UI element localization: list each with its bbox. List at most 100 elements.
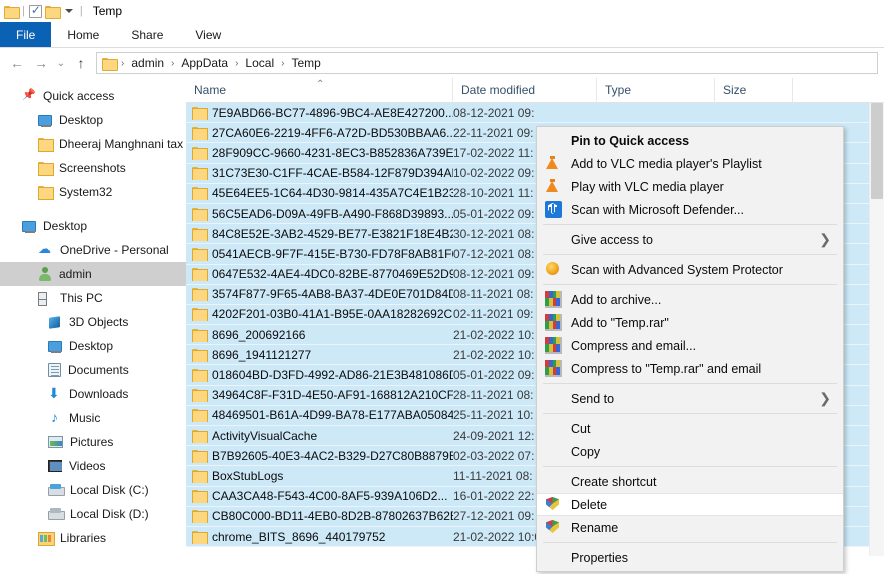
monitor-icon: [22, 221, 36, 232]
menu-item-give-access-to[interactable]: Give access to❯: [537, 228, 843, 251]
vertical-scrollbar[interactable]: [869, 103, 884, 556]
menu-item-delete[interactable]: Delete: [537, 493, 843, 516]
breadcrumb-separator-1: ›: [169, 58, 176, 69]
sidebar-item-videos[interactable]: Videos: [0, 454, 186, 478]
sidebar-item-this-pc[interactable]: This PC: [0, 286, 186, 310]
menu-item-add-to-vlc-media-player-s-playlist[interactable]: Add to VLC media player's Playlist: [537, 152, 843, 175]
folder-icon: [192, 167, 206, 179]
file-name-cell: chrome_BITS_8696_440179752: [186, 530, 453, 544]
breadcrumb-separator-3: ›: [279, 58, 286, 69]
sidebar-item-system32[interactable]: System32: [0, 180, 186, 204]
menu-icon-placeholder: [545, 390, 562, 407]
menu-separator: [543, 383, 837, 384]
menu-item-scan-with-microsoft-defender[interactable]: Scan with Microsoft Defender...: [537, 198, 843, 221]
menu-item-play-with-vlc-media-player[interactable]: Play with VLC media player: [537, 175, 843, 198]
sidebar-item-screenshots[interactable]: Screenshots: [0, 156, 186, 180]
new-folder-icon[interactable]: [45, 5, 59, 17]
folder-icon: [192, 450, 206, 462]
menu-item-copy[interactable]: Copy: [537, 440, 843, 463]
sidebar-item-downloads[interactable]: Downloads: [0, 382, 186, 406]
sidebar-item-label: 3D Objects: [69, 315, 128, 329]
menu-item-pin-to-quick-access[interactable]: Pin to Quick access: [537, 129, 843, 152]
menu-item-rename[interactable]: Rename: [537, 516, 843, 539]
sidebar-item-local-disk-c[interactable]: Local Disk (C:): [0, 478, 186, 502]
menu-item-create-shortcut[interactable]: Create shortcut: [537, 470, 843, 493]
menu-item-compress-and-email[interactable]: Compress and email...: [537, 334, 843, 357]
sidebar-item-desktop[interactable]: Desktop: [0, 334, 186, 358]
folder-icon: [192, 288, 206, 300]
folder-icon: [192, 369, 206, 381]
chevron-down-icon[interactable]: [65, 9, 73, 13]
forward-button[interactable]: →: [30, 52, 52, 74]
sidebar-item-pictures[interactable]: Pictures: [0, 430, 186, 454]
column-header-name[interactable]: Name ⌃: [186, 78, 453, 103]
menu-item-label: Copy: [571, 445, 843, 459]
vlc-icon: [545, 155, 562, 172]
navigation-pane: Quick access Desktop Dheeraj Manghnani tax…: [0, 78, 186, 556]
breadcrumb-item-temp[interactable]: Temp: [289, 56, 322, 70]
up-button[interactable]: ↑: [70, 52, 92, 74]
menu-item-cut[interactable]: Cut: [537, 417, 843, 440]
tab-share[interactable]: Share: [115, 22, 179, 47]
sidebar-item-local-disk-d[interactable]: Local Disk (D:): [0, 502, 186, 526]
column-header-size[interactable]: Size: [715, 78, 793, 103]
breadcrumb[interactable]: › admin › AppData › Local › Temp: [96, 52, 878, 74]
file-name-cell: 3574F877-9F65-4AB8-BA37-4DE0E701D84D: [186, 287, 453, 301]
file-name-cell: CAA3CA48-F543-4C00-8AF5-939A106D2...: [186, 489, 453, 503]
sidebar-item-network[interactable]: Network: [0, 550, 186, 556]
properties-check-icon[interactable]: [29, 5, 42, 18]
sidebar-item-onedrive-personal[interactable]: OneDrive - Personal: [0, 238, 186, 262]
menu-item-add-to-temp-rar[interactable]: Add to "Temp.rar": [537, 311, 843, 334]
recent-locations-button[interactable]: ⌄: [54, 52, 68, 74]
breadcrumb-item-admin[interactable]: admin: [129, 56, 166, 70]
file-name-label: CAA3CA48-F543-4C00-8AF5-939A106D2...: [212, 489, 447, 503]
scrollbar-thumb[interactable]: [871, 103, 883, 199]
sidebar-item-admin[interactable]: admin: [0, 262, 186, 286]
breadcrumb-separator-0: ›: [119, 58, 126, 69]
tab-view[interactable]: View: [179, 22, 237, 47]
breadcrumb-item-appdata[interactable]: AppData: [179, 56, 230, 70]
menu-item-label: Compress and email...: [571, 339, 843, 353]
sidebar-item-quick-access[interactable]: Quick access: [0, 84, 186, 108]
sidebar-item-libraries[interactable]: Libraries: [0, 526, 186, 550]
menu-item-add-to-archive[interactable]: Add to archive...: [537, 288, 843, 311]
file-name-label: 31C73E30-C1FF-4CAE-B584-12F879D394AE: [212, 166, 453, 180]
menu-item-label: Add to "Temp.rar": [571, 316, 843, 330]
window-title: Temp: [93, 4, 122, 18]
sidebar-item-desktop[interactable]: Desktop: [0, 108, 186, 132]
sidebar-item-label: Videos: [69, 459, 105, 473]
title-bar: | | Temp: [0, 0, 884, 22]
tab-file[interactable]: File: [0, 22, 51, 47]
file-name-cell: 48469501-B61A-4D99-BA78-E177ABA05084: [186, 408, 453, 422]
file-name-label: 48469501-B61A-4D99-BA78-E177ABA05084: [212, 408, 453, 422]
sidebar-item-label: Network: [60, 555, 104, 556]
column-header-type[interactable]: Type: [597, 78, 715, 103]
menu-item-properties[interactable]: Properties: [537, 546, 843, 569]
file-name-label: 0541AECB-9F7F-415E-B730-FD78F8AB81F6: [212, 247, 453, 261]
sidebar-item-dheeraj-manghnani-tax[interactable]: Dheeraj Manghnani tax: [0, 132, 186, 156]
column-header-date-modified[interactable]: Date modified: [453, 78, 597, 103]
sidebar-item-documents[interactable]: Documents: [0, 358, 186, 382]
folder-icon[interactable]: [4, 5, 18, 17]
menu-icon-placeholder: [545, 420, 562, 437]
winrar-icon: [545, 291, 562, 308]
menu-item-scan-with-advanced-system-protector[interactable]: Scan with Advanced System Protector: [537, 258, 843, 281]
tab-home[interactable]: Home: [51, 22, 115, 47]
folder-icon: [192, 409, 206, 421]
sidebar-item-label: OneDrive - Personal: [60, 243, 169, 257]
file-name-cell: 4202F201-03B0-41A1-B95E-0AA18282692C: [186, 307, 453, 321]
menu-item-send-to[interactable]: Send to❯: [537, 387, 843, 410]
sidebar-item-label: Dheeraj Manghnani tax: [59, 137, 183, 151]
sidebar-item-music[interactable]: Music: [0, 406, 186, 430]
pin-icon: [22, 89, 36, 103]
sidebar-item-desktop[interactable]: Desktop: [0, 214, 186, 238]
sidebar-item-label: Quick access: [43, 89, 114, 103]
breadcrumb-item-local[interactable]: Local: [243, 56, 276, 70]
sidebar-item-3d-objects[interactable]: 3D Objects: [0, 310, 186, 334]
table-row[interactable]: 7E9ABD66-BC77-4896-9BC4-AE8E427200...08-…: [186, 103, 884, 123]
menu-item-compress-to-temp-rar-and-email[interactable]: Compress to "Temp.rar" and email: [537, 357, 843, 380]
menu-item-label: Pin to Quick access: [571, 134, 843, 148]
back-button[interactable]: ←: [6, 52, 28, 74]
file-name-label: 84C8E52E-3AB2-4529-BE77-E3821F18E4B2: [212, 227, 453, 241]
file-name-label: 27CA60E6-2219-4FF6-A72D-BD530BBAA6...: [212, 126, 453, 140]
